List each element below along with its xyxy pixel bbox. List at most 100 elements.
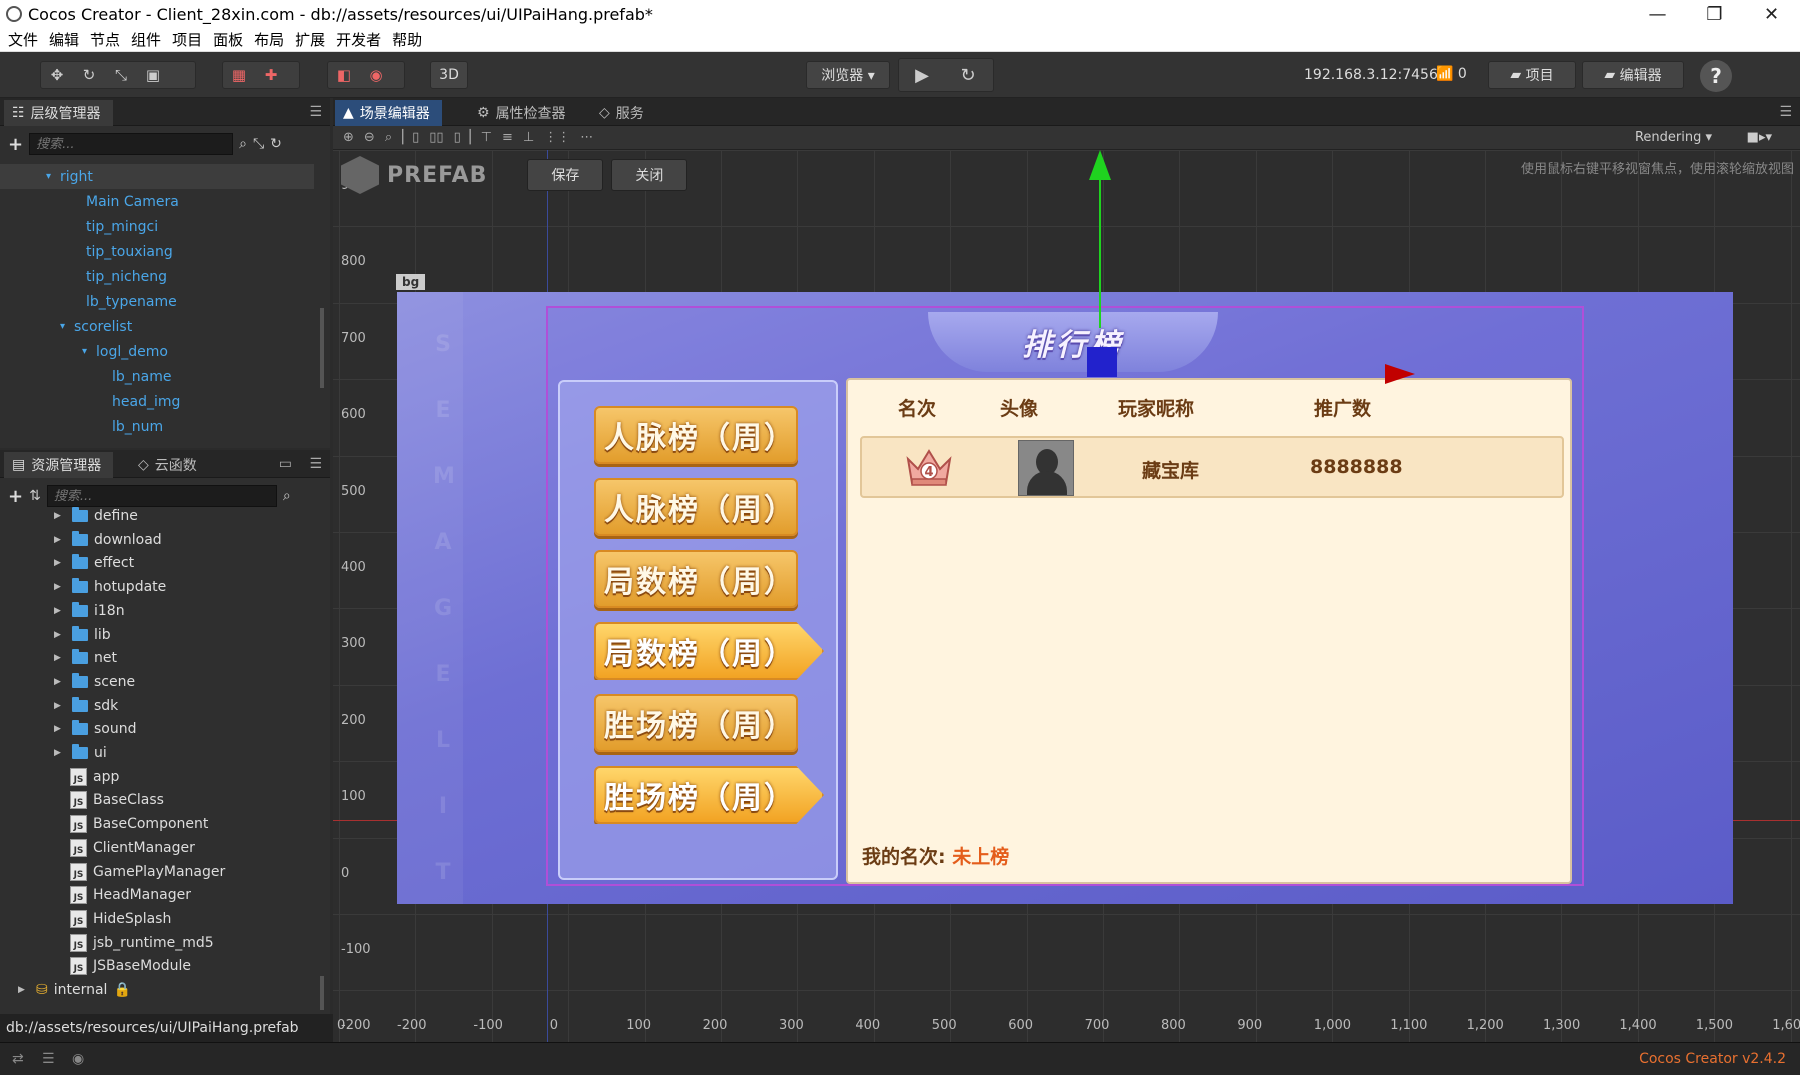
toggle-3d-button[interactable]: 3D — [430, 61, 468, 89]
hierarchy-node[interactable]: lb_name — [112, 364, 171, 389]
asset-folder[interactable]: ▶ sound — [54, 717, 137, 741]
hierarchy-node[interactable]: tip_nicheng — [86, 264, 167, 289]
scene-viewport[interactable]: 9008007006005004003002001000-100-200 -20… — [333, 150, 1800, 1042]
hierarchy-search-input[interactable] — [29, 133, 234, 155]
asset-folder[interactable]: ▶ sdk — [54, 694, 118, 718]
hierarchy-node[interactable]: head_img — [112, 389, 180, 414]
asset-internal[interactable]: ▶ ⛁ internal 🔒 — [18, 978, 131, 1002]
category-button[interactable]: 胜场榜（周） — [594, 766, 824, 824]
rect-tool-icon[interactable]: ▣ — [137, 62, 169, 88]
tab-services[interactable]: ◇ 服务 — [591, 100, 656, 126]
browser-select[interactable]: 浏览器 ▾ — [806, 61, 890, 89]
category-button[interactable]: 人脉榜（周） — [594, 406, 798, 464]
chevron-right-icon[interactable]: ▶ — [54, 535, 66, 545]
menu-developer[interactable]: 开发者 — [336, 29, 381, 50]
tab-cloud-functions[interactable]: ◇ 云函数 — [130, 452, 209, 478]
asset-script[interactable]: JS app — [70, 765, 119, 789]
search-icon[interactable]: ⌕ — [283, 488, 291, 504]
asset-script[interactable]: JS GamePlayManager — [70, 860, 225, 884]
panel-menu-icon[interactable]: ☰ — [309, 456, 322, 472]
asset-script[interactable]: JS JSBaseModule — [70, 954, 191, 978]
chevron-right-icon[interactable]: ▶ — [54, 653, 66, 663]
zoom-reset-icon[interactable]: ⌕ — [385, 130, 392, 145]
tab-inspector[interactable]: ⚙ 属性检查器 — [469, 100, 578, 126]
asset-script[interactable]: JS BaseComponent — [70, 812, 208, 836]
panel-menu-icon[interactable]: ☰ — [309, 104, 322, 120]
asset-folder[interactable]: ▶ download — [54, 528, 162, 552]
pivot-icon[interactable]: ▦ — [223, 62, 255, 88]
eye-icon[interactable]: ◉ — [72, 1051, 84, 1067]
hierarchy-node[interactable]: ▾ logl_demo — [82, 339, 168, 364]
play-icon[interactable]: ▶ — [899, 59, 945, 91]
hierarchy-node[interactable]: tip_touxiang — [86, 239, 173, 264]
menu-panel[interactable]: 面板 — [213, 29, 243, 50]
close-icon[interactable]: ✕ — [1743, 0, 1800, 28]
panel-menu-icon[interactable]: ☰ — [1779, 104, 1792, 120]
sort-icon[interactable]: ⇅ — [29, 488, 41, 504]
asset-folder[interactable]: ▶ i18n — [54, 599, 125, 623]
asset-folder[interactable]: ▶ scene — [54, 670, 135, 694]
gizmo-y-axis[interactable] — [1099, 178, 1101, 328]
zoom-out-icon[interactable]: ⊖ — [364, 130, 375, 145]
align-left-icon[interactable]: ▏▯ — [402, 130, 419, 145]
menu-project[interactable]: 项目 — [172, 29, 202, 50]
help-button[interactable]: ? — [1700, 60, 1732, 92]
menu-edit[interactable]: 编辑 — [49, 29, 79, 50]
menu-component[interactable]: 组件 — [131, 29, 161, 50]
assets-scrollbar[interactable] — [320, 976, 324, 1010]
maximize-icon[interactable]: ▭ — [279, 456, 292, 472]
hierarchy-node[interactable]: Main Camera — [86, 189, 179, 214]
hierarchy-node[interactable]: tip_mingci — [86, 214, 158, 239]
chevron-right-icon[interactable]: ▶ — [18, 985, 30, 995]
distribute-v-icon[interactable]: ⋯ — [580, 130, 593, 145]
collapse-icon[interactable]: ⤡ — [253, 136, 264, 152]
local-icon[interactable]: ✚ — [255, 62, 287, 88]
chevron-right-icon[interactable]: ▶ — [54, 582, 66, 592]
move-tool-icon[interactable]: ✥ — [41, 62, 73, 88]
distribute-icon[interactable]: ⋮⋮ — [544, 130, 570, 145]
open-project-button[interactable]: ▰ 项目 — [1488, 61, 1576, 89]
asset-folder[interactable]: ▶ hotupdate — [54, 575, 166, 599]
save-button[interactable]: 保存 — [527, 159, 604, 191]
bg-node[interactable]: S E M A G E L I T 排行榜 人脉榜（周） 人脉榜（周） 局数榜（周） 局数榜（周） 胜场… — [397, 292, 1733, 904]
add-node-icon[interactable]: + — [8, 134, 23, 155]
tab-scene-editor[interactable]: ▲ 场景编辑器 — [335, 100, 442, 126]
chevron-right-icon[interactable]: ▶ — [54, 677, 66, 687]
tab-hierarchy[interactable]: ☷ 层级管理器 — [4, 100, 113, 126]
chevron-right-icon[interactable]: ▶ — [54, 701, 66, 711]
hierarchy-node[interactable]: ▾ scorelist — [60, 314, 132, 339]
menu-file[interactable]: 文件 — [8, 29, 38, 50]
gizmo-x-arrow[interactable] — [1385, 364, 1415, 384]
align-center-icon[interactable]: ▯▯ — [429, 130, 443, 145]
chevron-right-icon[interactable]: ▶ — [54, 630, 66, 640]
chevron-right-icon[interactable]: ▶ — [54, 558, 66, 568]
category-button[interactable]: 局数榜（周） — [594, 550, 798, 608]
ranking-row[interactable]: 4 藏宝库 8888888 — [860, 436, 1564, 498]
align-top-icon[interactable]: ⊤ — [481, 130, 492, 145]
asset-script[interactable]: JS HideSplash — [70, 907, 171, 931]
chevron-down-icon[interactable]: ▾ — [82, 346, 96, 357]
menu-extension[interactable]: 扩展 — [295, 29, 325, 50]
camera-icon[interactable]: ■▸▾ — [1747, 130, 1772, 145]
chevron-right-icon[interactable]: ▶ — [54, 511, 66, 521]
asset-script[interactable]: JS jsb_runtime_md5 — [70, 931, 214, 955]
search-icon[interactable]: ⌕ — [239, 136, 247, 152]
close-button[interactable]: 关闭 — [611, 159, 688, 191]
menu-layout[interactable]: 布局 — [254, 29, 284, 50]
chevron-right-icon[interactable]: ▶ — [54, 606, 66, 616]
refresh-icon[interactable]: ↻ — [270, 136, 282, 152]
asset-folder[interactable]: ▶ lib — [54, 623, 111, 647]
chevron-down-icon[interactable]: ▾ — [46, 171, 60, 182]
hierarchy-node[interactable]: lb_num — [112, 414, 163, 439]
gizmo-center-handle[interactable] — [1087, 347, 1117, 377]
rendering-select[interactable]: Rendering ▾ — [1635, 130, 1712, 145]
asset-folder[interactable]: ▶ effect — [54, 551, 134, 575]
asset-folder[interactable]: ▶ ui — [54, 741, 107, 765]
category-button[interactable]: 胜场榜（周） — [594, 694, 798, 752]
asset-script[interactable]: JS BaseClass — [70, 788, 164, 812]
category-button[interactable]: 人脉榜（周） — [594, 478, 798, 536]
rotate-tool-icon[interactable]: ↻ — [73, 62, 105, 88]
menu-help[interactable]: 帮助 — [392, 29, 422, 50]
asset-script[interactable]: JS HeadManager — [70, 883, 191, 907]
hierarchy-scrollbar[interactable] — [320, 308, 324, 388]
